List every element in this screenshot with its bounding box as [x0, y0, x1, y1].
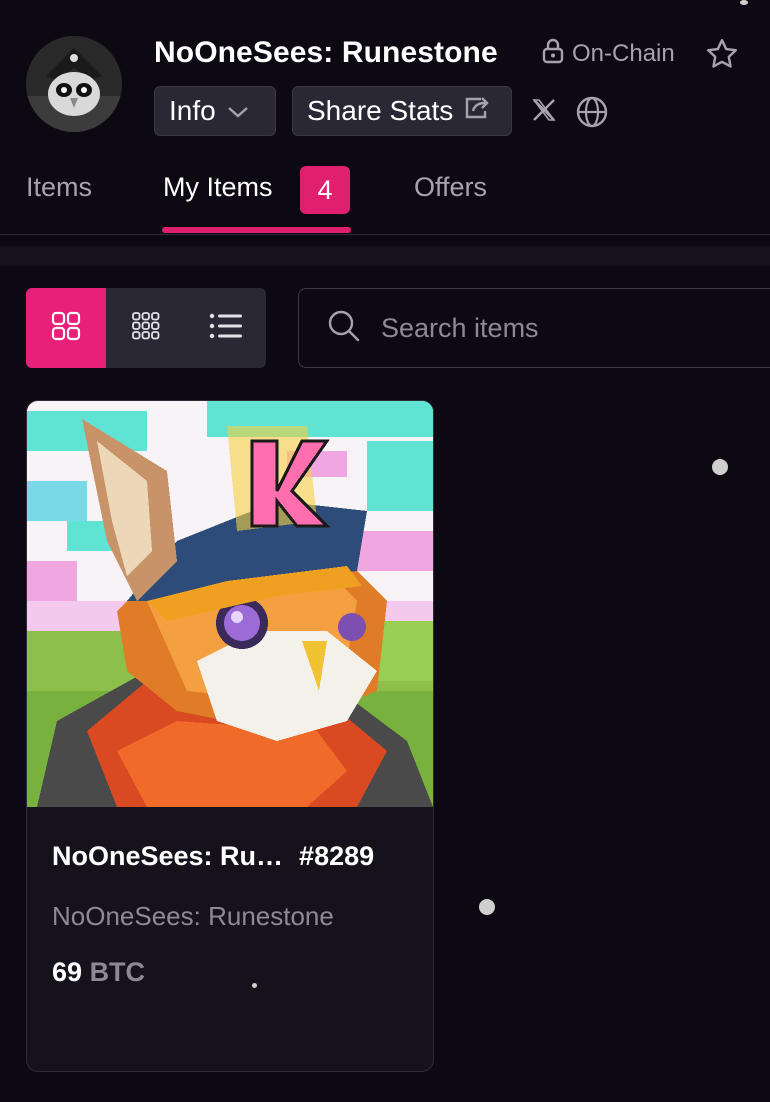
tab-items[interactable]: Items — [26, 172, 92, 203]
item-collection: NoOneSees: Runestone — [52, 901, 334, 931]
chain-label: On-Chain — [572, 40, 675, 67]
search-input[interactable] — [379, 311, 763, 345]
section-band — [0, 246, 770, 266]
chevron-down-icon — [226, 95, 250, 127]
share-stats-button[interactable]: Share Stats — [292, 86, 512, 136]
chain-status: On-Chain — [542, 38, 675, 70]
price-value: 69 — [52, 957, 83, 987]
my-items-count-badge: 4 — [300, 166, 350, 214]
star-icon[interactable] — [704, 36, 740, 72]
collection-title: NoOneSees: Runestone — [154, 36, 498, 69]
grid-small-view-button[interactable] — [106, 288, 186, 368]
item-name: NoOneSees: Ru… — [52, 841, 284, 871]
active-tab-indicator — [162, 227, 351, 233]
info-dropdown-button[interactable]: Info — [154, 86, 276, 136]
tab-offers[interactable]: Offers — [414, 172, 487, 203]
background-dot — [479, 899, 495, 915]
background-dot — [252, 983, 257, 988]
share-label: Share Stats — [307, 95, 454, 126]
grid-large-icon — [51, 311, 81, 346]
background-dot — [740, 0, 748, 5]
background-dot — [712, 459, 728, 475]
info-label: Info — [169, 95, 216, 126]
list-icon — [209, 313, 243, 344]
x-logo-icon[interactable] — [528, 94, 560, 126]
grid-large-view-button[interactable] — [26, 288, 106, 368]
tabs-divider — [0, 234, 770, 235]
view-toggle-group — [26, 288, 266, 368]
collection-avatar — [26, 36, 122, 132]
grid-small-icon — [131, 311, 161, 346]
price-currency: BTC — [89, 957, 146, 987]
tab-my-items[interactable]: My Items — [163, 172, 273, 203]
item-image — [27, 401, 433, 807]
item-number: #8289 — [299, 841, 375, 871]
list-view-button[interactable] — [186, 288, 266, 368]
globe-icon[interactable] — [574, 94, 610, 130]
search-icon — [327, 309, 361, 348]
item-price: 69 BTC — [52, 957, 145, 988]
lock-icon — [542, 38, 564, 71]
item-card[interactable]: NoOneSees: Ru… #8289 NoOneSees: Runeston… — [26, 400, 434, 1072]
item-title: NoOneSees: Ru… #8289 — [52, 841, 374, 872]
share-icon — [463, 95, 491, 128]
search-box — [298, 288, 770, 368]
